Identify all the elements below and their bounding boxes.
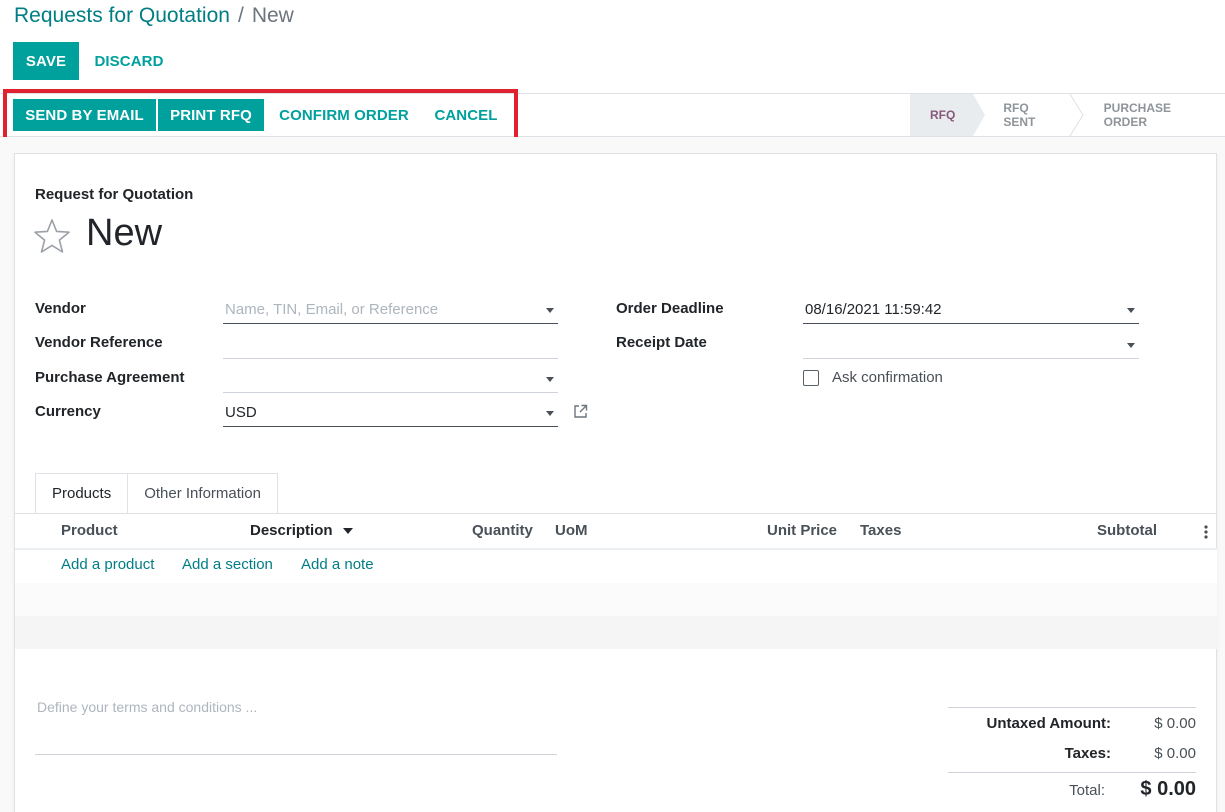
purchase-agreement-field[interactable] xyxy=(223,365,558,393)
untaxed-amount-value: $ 0.00 xyxy=(1154,715,1196,732)
add-product-link[interactable]: Add a product xyxy=(61,556,154,573)
totals-bottom-divider xyxy=(948,772,1196,773)
confirm-order-button[interactable]: CONFIRM ORDER xyxy=(272,99,416,131)
vendor-dropdown-caret-icon[interactable] xyxy=(546,308,554,313)
currency-caret-icon[interactable] xyxy=(546,411,554,416)
breadcrumb-parent-link[interactable]: Requests for Quotation xyxy=(14,4,230,28)
column-description-label: Description xyxy=(250,522,333,539)
tab-other-information[interactable]: Other Information xyxy=(128,473,278,514)
optional-columns-icon[interactable] xyxy=(1204,525,1208,539)
order-deadline-field[interactable]: 08/16/2021 11:59:42 xyxy=(803,296,1139,324)
stage-rfq: RFQ xyxy=(910,94,986,136)
send-by-email-button[interactable]: SEND BY EMAIL xyxy=(13,99,156,131)
tab-products[interactable]: Products xyxy=(35,473,129,514)
column-product[interactable]: Product xyxy=(61,522,118,539)
purchase-agreement-caret-icon[interactable] xyxy=(546,377,554,382)
breadcrumb-separator: / xyxy=(237,4,244,27)
order-deadline-caret-icon[interactable] xyxy=(1127,308,1135,313)
save-button[interactable]: SAVE xyxy=(13,42,79,80)
receipt-date-caret-icon[interactable] xyxy=(1127,343,1135,348)
star-icon[interactable] xyxy=(33,218,71,254)
add-note-link[interactable]: Add a note xyxy=(301,556,374,573)
taxes-value: $ 0.00 xyxy=(1154,745,1196,762)
vendor-label: Vendor xyxy=(35,300,86,317)
document-name: New xyxy=(86,212,163,254)
column-uom[interactable]: UoM xyxy=(555,522,588,539)
column-quantity[interactable]: Quantity xyxy=(472,522,533,539)
order-deadline-value: 08/16/2021 11:59:42 xyxy=(805,301,942,318)
table-row xyxy=(15,583,1217,616)
add-section-link[interactable]: Add a section xyxy=(182,556,273,573)
purchase-agreement-label: Purchase Agreement xyxy=(35,369,185,386)
cancel-button[interactable]: CANCEL xyxy=(426,99,506,131)
ask-confirmation-label[interactable]: Ask confirmation xyxy=(832,369,943,386)
tabs-divider xyxy=(15,513,1217,514)
stage-separator-chevron-icon xyxy=(1069,94,1084,136)
document-type-label: Request for Quotation xyxy=(35,186,194,203)
print-rfq-button[interactable]: PRINT RFQ xyxy=(158,99,264,131)
vendor-reference-label: Vendor Reference xyxy=(35,334,163,351)
table-row xyxy=(15,616,1217,649)
totals-top-divider xyxy=(948,707,1196,708)
notebook-tabs: Products Other Information xyxy=(35,473,278,514)
column-unit-price[interactable]: Unit Price xyxy=(767,522,837,539)
untaxed-amount-label: Untaxed Amount: xyxy=(986,715,1111,732)
ask-confirmation-checkbox[interactable] xyxy=(803,370,819,386)
column-subtotal[interactable]: Subtotal xyxy=(1097,522,1157,539)
order-deadline-label: Order Deadline xyxy=(616,300,724,317)
currency-value: USD xyxy=(225,404,257,421)
column-taxes[interactable]: Taxes xyxy=(860,522,901,539)
total-label: Total: xyxy=(1069,782,1105,799)
column-description[interactable]: Description xyxy=(250,522,353,539)
discard-button[interactable]: DISCARD xyxy=(88,42,170,80)
vendor-placeholder: Name, TIN, Email, or Reference xyxy=(225,301,439,318)
breadcrumb: Requests for Quotation / New xyxy=(14,4,294,28)
currency-label: Currency xyxy=(35,403,101,420)
vendor-reference-field[interactable] xyxy=(223,331,558,359)
breadcrumb-current: New xyxy=(251,4,294,27)
receipt-date-label: Receipt Date xyxy=(616,334,707,351)
total-value: $ 0.00 xyxy=(1140,778,1196,800)
taxes-label: Taxes: xyxy=(1064,745,1111,762)
currency-field[interactable]: USD xyxy=(223,399,558,427)
vendor-field[interactable]: Name, TIN, Email, or Reference xyxy=(223,296,558,324)
terms-conditions-input[interactable]: Define your terms and conditions ... xyxy=(35,697,557,755)
receipt-date-field[interactable] xyxy=(803,331,1139,359)
sort-caret-down-icon xyxy=(342,528,353,534)
external-link-icon[interactable] xyxy=(572,403,589,420)
